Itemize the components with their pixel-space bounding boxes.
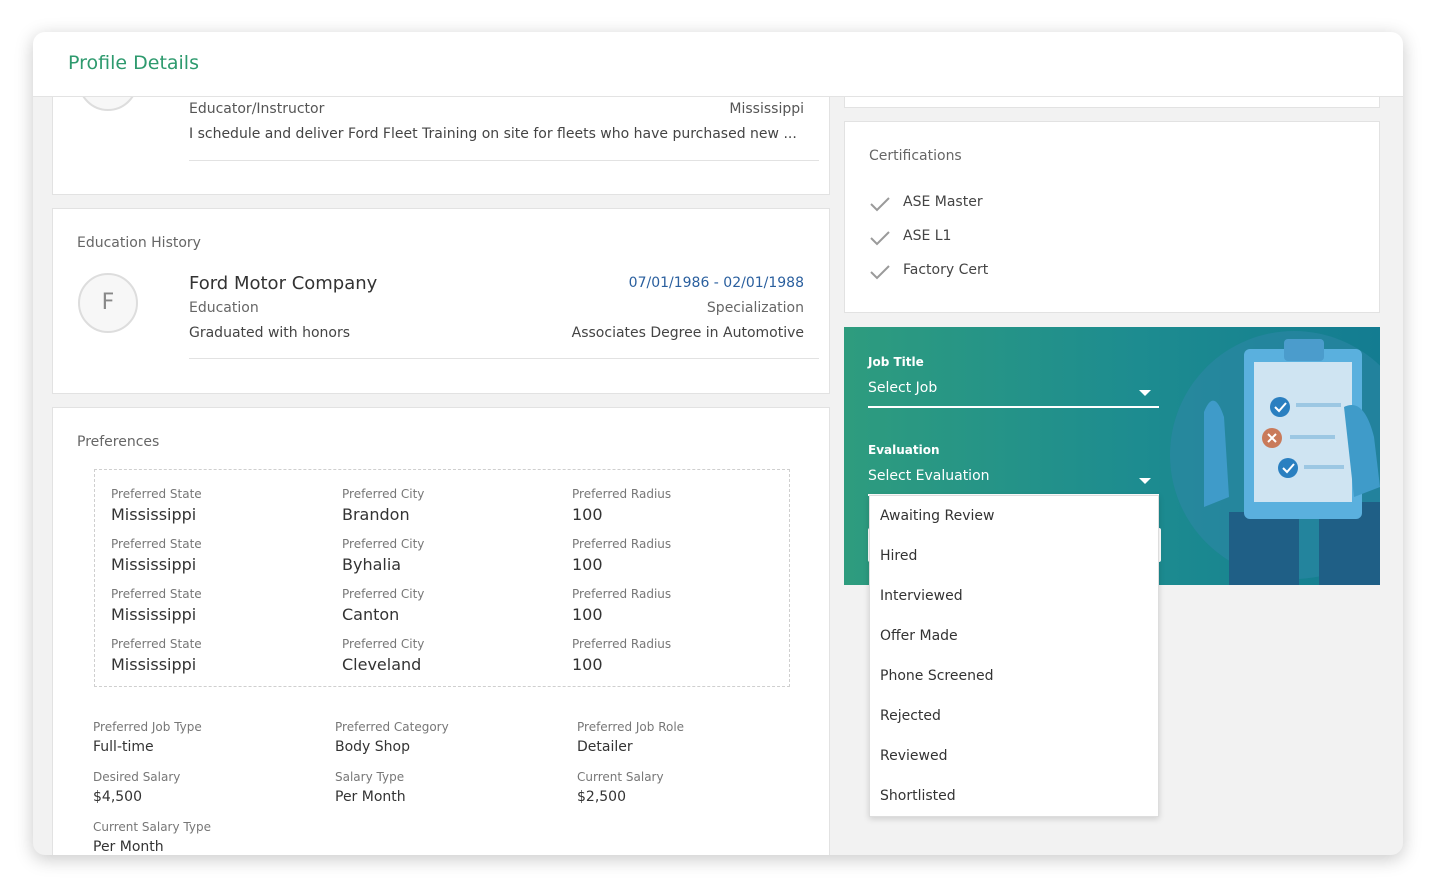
preferred-job-type-label: Preferred Job Type: [93, 720, 202, 734]
desired-salary-value: $4,500: [93, 789, 142, 805]
preferred-state-label: Preferred State: [111, 487, 202, 501]
preferred-category-label: Preferred Category: [335, 720, 449, 734]
check-icon: [870, 197, 890, 212]
modal-header: Profile Details: [33, 32, 1403, 97]
dropdown-option[interactable]: Interviewed: [870, 576, 1158, 616]
preferred-state-label: Preferred State: [111, 537, 202, 551]
dropdown-option[interactable]: Hired: [870, 536, 1158, 576]
education-section-title: Education History: [77, 235, 201, 251]
preferred-radius-value: 100: [572, 505, 603, 524]
preferred-category-value: Body Shop: [335, 739, 411, 755]
job-select-value: Select Job: [868, 380, 938, 396]
education-type: Education: [189, 300, 259, 316]
modal-title: Profile Details: [68, 52, 199, 74]
experience-role: Educator/Instructor: [189, 101, 325, 117]
job-title-label: Job Title: [868, 355, 924, 369]
preferred-city-value: Cleveland: [342, 655, 422, 674]
desired-salary-label: Desired Salary: [93, 770, 181, 784]
preferred-state-value: Mississippi: [111, 655, 197, 674]
dropdown-option[interactable]: Offer Made: [870, 616, 1158, 656]
dropdown-option[interactable]: Shortlisted: [870, 776, 1158, 816]
dropdown-option[interactable]: Reviewed: [870, 736, 1158, 776]
preferred-job-role-label: Preferred Job Role: [577, 720, 685, 734]
preferences-section-title: Preferences: [77, 434, 160, 450]
specialization-label: Specialization: [706, 300, 804, 316]
clipboard-illustration: [1170, 331, 1380, 585]
salary-type-value: Per Month: [335, 789, 406, 805]
preferred-city-label: Preferred City: [342, 537, 425, 551]
preferred-state-label: Preferred State: [111, 637, 202, 651]
education-history-card: Education History F Ford Motor Company 0…: [52, 208, 830, 394]
education-institution: Ford Motor Company: [189, 273, 378, 294]
current-salary-type-label: Current Salary Type: [93, 820, 211, 834]
current-salary-value: $2,500: [577, 789, 626, 805]
current-salary-type-value: Per Month: [93, 839, 164, 855]
education-divider: [189, 358, 819, 359]
education-avatar: F: [78, 273, 138, 333]
check-icon: [870, 231, 890, 246]
preferred-city-label: Preferred City: [342, 587, 425, 601]
preferred-radius-label: Preferred Radius: [572, 637, 672, 651]
preferred-city-label: Preferred City: [342, 487, 425, 501]
certifications-card: Certifications ASE Master ASE L1 Factory…: [844, 121, 1380, 313]
preferred-city-value: Brandon: [342, 505, 410, 524]
preferred-radius-label: Preferred Radius: [572, 487, 672, 501]
preferred-radius-value: 100: [572, 605, 603, 624]
preferred-city-value: Canton: [342, 605, 400, 624]
certification-label: ASE Master: [903, 194, 983, 210]
preferred-job-type-value: Full-time: [93, 739, 154, 755]
preferred-state-value: Mississippi: [111, 555, 197, 574]
experience-description: I schedule and deliver Ford Fleet Traini…: [189, 126, 797, 142]
experience-location: Mississippi: [729, 101, 804, 117]
evaluation-dropdown-menu: Awaiting Review Hired Interviewed Offer …: [869, 495, 1159, 817]
education-specialization: Associates Degree in Automotive: [571, 325, 804, 341]
job-select[interactable]: Select Job: [868, 376, 1159, 408]
preferred-job-role-value: Detailer: [577, 739, 633, 755]
preferred-radius-label: Preferred Radius: [572, 537, 672, 551]
preferred-city-value: Byhalia: [342, 555, 402, 574]
certification-label: ASE L1: [903, 228, 952, 244]
evaluation-select[interactable]: Select Evaluation: [868, 464, 1159, 496]
evaluation-label: Evaluation: [868, 443, 940, 457]
check-icon: [870, 265, 890, 280]
preferred-state-value: Mississippi: [111, 505, 197, 524]
dropdown-option[interactable]: Rejected: [870, 696, 1158, 736]
preferred-city-label: Preferred City: [342, 637, 425, 651]
certification-label: Factory Cert: [903, 262, 989, 278]
preferred-radius-label: Preferred Radius: [572, 587, 672, 601]
salary-type-label: Salary Type: [335, 770, 405, 784]
preferred-radius-value: 100: [572, 655, 603, 674]
certifications-section-title: Certifications: [869, 148, 962, 164]
preferred-radius-value: 100: [572, 555, 603, 574]
evaluation-select-value: Select Evaluation: [868, 468, 990, 484]
dropdown-option[interactable]: Awaiting Review: [870, 496, 1158, 536]
education-note: Graduated with honors: [189, 325, 351, 341]
preferences-card: Preferences Preferred State Mississippi …: [52, 407, 830, 855]
dropdown-option[interactable]: Phone Screened: [870, 656, 1158, 696]
preferred-locations-box: Preferred State Mississippi Preferred Ci…: [94, 469, 790, 687]
preferred-state-label: Preferred State: [111, 587, 202, 601]
experience-divider: [189, 160, 819, 161]
preferred-state-value: Mississippi: [111, 605, 197, 624]
chevron-down-icon: [1139, 478, 1151, 484]
profile-details-modal: Profile Details Educator/Instructor Miss…: [33, 32, 1403, 855]
current-salary-label: Current Salary: [577, 770, 664, 784]
chevron-down-icon: [1139, 390, 1151, 396]
education-dates: 07/01/1986 - 02/01/1988: [628, 275, 804, 291]
